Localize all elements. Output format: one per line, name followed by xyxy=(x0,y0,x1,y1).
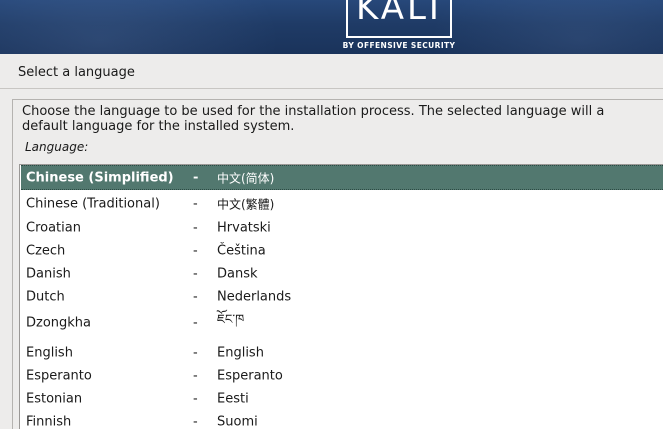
language-name: Chinese (Simplified) xyxy=(26,170,174,185)
language-native-name: Suomi xyxy=(217,414,258,429)
step-title: Select a language xyxy=(18,65,135,80)
language-native-name: Hrvatski xyxy=(217,220,271,236)
language-native-name: English xyxy=(217,345,264,361)
kali-logo: KALI xyxy=(346,0,452,38)
language-native-name: 中文(繁體) xyxy=(217,197,275,212)
separator: - xyxy=(193,414,198,429)
language-option-croatian[interactable]: Croatian - Hrvatski xyxy=(21,217,663,239)
language-native-name: ཇོང་ཁ xyxy=(217,312,245,328)
language-name: English xyxy=(26,345,73,361)
language-name: Esperanto xyxy=(26,368,92,384)
language-native-name: Esperanto xyxy=(217,368,283,384)
separator: - xyxy=(193,266,198,282)
language-option-dzongkha[interactable]: Dzongkha - ཇོང་ཁ xyxy=(21,309,663,337)
kali-banner: KALI BY OFFENSIVE SECURITY xyxy=(0,0,663,54)
installer-window: KALI BY OFFENSIVE SECURITY Select a lang… xyxy=(0,0,663,429)
language-option-chinese-simplified[interactable]: Chinese (Simplified) - 中文(简体) xyxy=(21,165,663,190)
language-name: Dzongkha xyxy=(26,315,92,331)
separator: - xyxy=(193,391,198,407)
language-field-label: Language: xyxy=(25,140,89,154)
language-option-chinese-traditional[interactable]: Chinese (Traditional) - 中文(繁體) xyxy=(21,192,663,216)
language-option-finnish[interactable]: Finnish - Suomi xyxy=(21,411,663,429)
separator: - xyxy=(193,315,198,331)
language-native-name: Dansk xyxy=(217,266,258,282)
separator: - xyxy=(193,170,199,185)
language-listbox[interactable]: Chinese (Simplified) - 中文(简体) Chinese (T… xyxy=(19,164,663,429)
logo-text: KALI xyxy=(356,0,442,28)
language-native-name: 中文(简体) xyxy=(217,171,275,185)
language-option-esperanto[interactable]: Esperanto - Esperanto xyxy=(21,365,663,387)
language-name: Croatian xyxy=(26,220,81,236)
language-name: Finnish xyxy=(26,414,72,429)
language-option-estonian[interactable]: Estonian - Eesti xyxy=(21,388,663,410)
language-name: Estonian xyxy=(26,391,83,407)
language-name: Danish xyxy=(26,266,71,282)
logo-subtitle: BY OFFENSIVE SECURITY xyxy=(342,41,456,50)
separator: - xyxy=(193,196,198,212)
language-option-danish[interactable]: Danish - Dansk xyxy=(21,263,663,285)
description: Choose the language to be used for the i… xyxy=(22,104,663,134)
language-native-name: Nederlands xyxy=(217,289,292,305)
separator: - xyxy=(193,289,198,305)
separator: - xyxy=(193,368,198,384)
description-line-1: Choose the language to be used for the i… xyxy=(22,104,605,119)
language-native-name: Čeština xyxy=(217,243,266,259)
language-option-dutch[interactable]: Dutch - Nederlands xyxy=(21,286,663,308)
language-name: Czech xyxy=(26,243,66,259)
language-name: Chinese (Traditional) xyxy=(26,196,160,212)
separator: - xyxy=(193,345,198,361)
separator: - xyxy=(193,220,198,236)
language-native-name: Eesti xyxy=(217,391,249,407)
separator: - xyxy=(193,243,198,259)
divider xyxy=(0,88,663,89)
language-option-english[interactable]: English - English xyxy=(21,342,663,364)
description-line-2: default language for the installed syste… xyxy=(22,119,295,134)
language-name: Dutch xyxy=(26,289,65,305)
language-option-czech[interactable]: Czech - Čeština xyxy=(21,240,663,262)
